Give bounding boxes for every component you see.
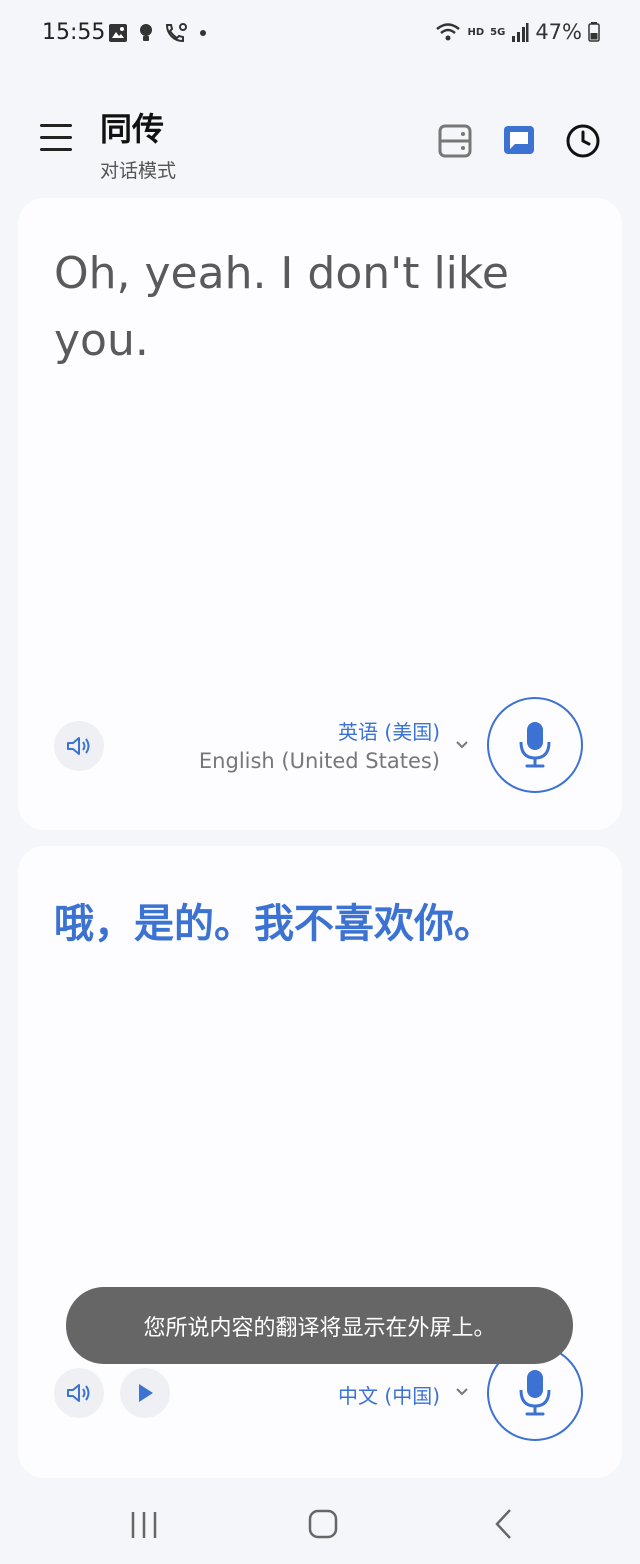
- source-text: Oh, yeah. I don't like you.: [54, 248, 509, 366]
- bulb-icon: [140, 24, 152, 41]
- hd-badge: HD: [467, 26, 485, 38]
- mode-subtitle: 对话模式: [100, 160, 177, 182]
- recents-button[interactable]: [124, 1506, 164, 1542]
- signal-icon: [512, 23, 529, 42]
- back-button[interactable]: [484, 1506, 524, 1542]
- status-bar: 15:55 HD 5G 47%: [0, 0, 640, 68]
- toast-message: 您所说内容的翻译将显示在外屏上。: [66, 1287, 573, 1364]
- system-nav-bar: [0, 1482, 640, 1564]
- chevron-down-icon[interactable]: [455, 1385, 469, 1399]
- conversation-mode-button[interactable]: [500, 122, 538, 160]
- status-system-icons: HD 5G 47%: [435, 20, 600, 44]
- home-icon: [308, 1509, 338, 1539]
- source-mic-button[interactable]: [487, 697, 583, 793]
- play-icon: [139, 1384, 153, 1402]
- chat-icon: [504, 126, 534, 154]
- 5g-badge: 5G: [490, 26, 506, 38]
- dot-icon: [200, 30, 206, 36]
- status-time: 15:55: [42, 20, 106, 45]
- target-speaker-button[interactable]: [54, 1368, 104, 1418]
- home-button[interactable]: [302, 1506, 342, 1542]
- speaker-icon: [67, 1384, 90, 1402]
- history-button[interactable]: [564, 122, 602, 160]
- menu-button[interactable]: [40, 124, 72, 158]
- source-language-english: English (United States): [198, 749, 440, 773]
- phone-location-icon: [165, 23, 187, 43]
- menu-icon: [40, 124, 72, 127]
- source-speaker-button[interactable]: [54, 721, 104, 771]
- mic-icon: [519, 722, 551, 768]
- recents-icon: [131, 1512, 157, 1538]
- split-view-icon: [438, 124, 472, 158]
- source-language-selector[interactable]: 英语 (美国) English (United States): [199, 716, 440, 773]
- target-language-native: 中文 (中国): [338, 1384, 440, 1408]
- chevron-down-icon[interactable]: [455, 738, 469, 752]
- history-icon: [566, 124, 600, 158]
- gallery-icon: [109, 24, 127, 42]
- translated-text: 哦，是的。我不喜欢你。: [54, 901, 494, 947]
- play-button[interactable]: [120, 1368, 170, 1418]
- target-panel: 哦，是的。我不喜欢你。 中文 (中国): [18, 846, 622, 1478]
- speaker-icon: [67, 737, 90, 755]
- source-panel: Oh, yeah. I don't like you. 英语 (美国) Engl…: [18, 198, 622, 830]
- split-view-button[interactable]: [436, 122, 474, 160]
- mic-icon: [519, 1370, 551, 1416]
- target-language-selector[interactable]: 中文 (中国): [338, 1380, 440, 1409]
- wifi-icon: [436, 23, 461, 41]
- status-notification-icons: [108, 22, 208, 44]
- page-title: 同传: [100, 110, 165, 148]
- back-icon: [495, 1509, 511, 1539]
- battery-icon: [588, 22, 600, 42]
- battery-percent: 47%: [535, 20, 582, 44]
- source-language-native: 英语 (美国): [338, 720, 440, 744]
